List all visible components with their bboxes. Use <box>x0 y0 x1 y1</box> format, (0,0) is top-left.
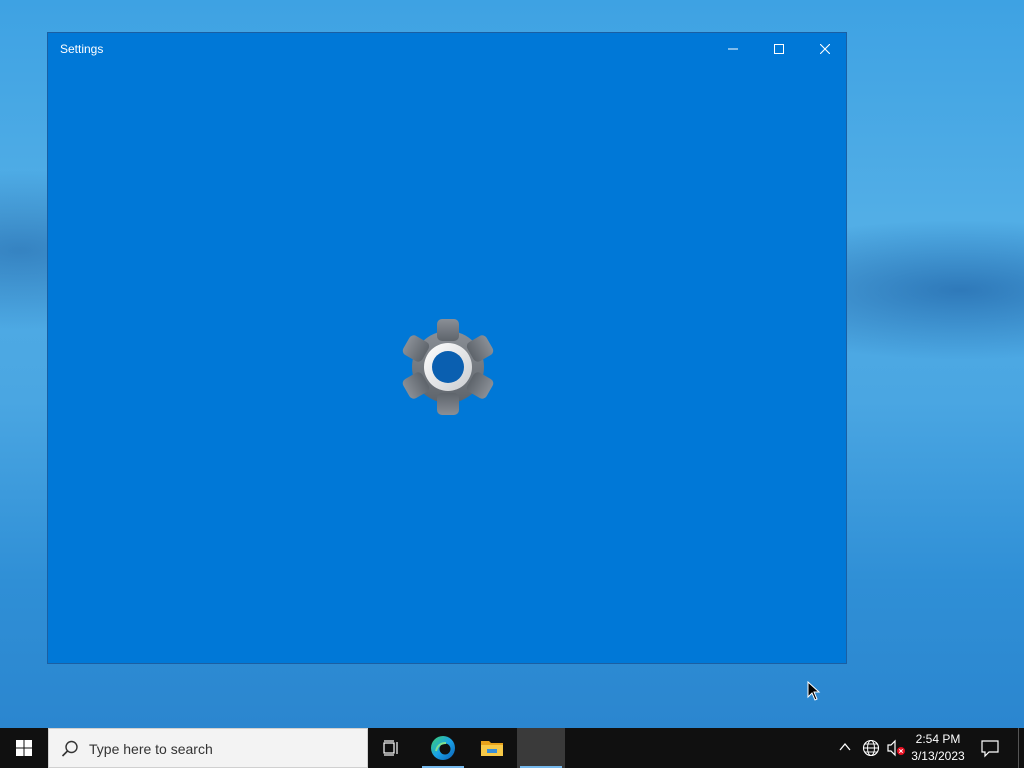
search-icon <box>61 740 78 757</box>
search-box[interactable]: Type here to search <box>48 728 368 768</box>
network-icon[interactable] <box>862 739 880 757</box>
window-title: Settings <box>60 42 104 56</box>
chevron-up-icon[interactable] <box>838 740 852 754</box>
clock-date: 3/13/2023 <box>911 749 965 763</box>
minimize-button[interactable] <box>710 33 756 65</box>
task-view-icon <box>383 740 398 756</box>
clock-time: 2:54 PM <box>915 732 961 746</box>
settings-window[interactable]: Settings <box>47 32 847 664</box>
settings-app-button[interactable] <box>517 728 565 768</box>
mouse-cursor-icon <box>807 680 821 706</box>
edge-button[interactable] <box>419 728 467 768</box>
show-desktop-button[interactable] <box>1018 728 1024 768</box>
maximize-button[interactable] <box>756 33 802 65</box>
task-view-button[interactable] <box>368 728 416 768</box>
volume-muted-icon[interactable] <box>886 739 906 757</box>
notification-icon[interactable] <box>980 738 1000 758</box>
file-explorer-button[interactable] <box>468 728 516 768</box>
clock[interactable]: 2:54 PM 3/13/2023 <box>906 731 970 765</box>
gear-icon <box>402 319 494 415</box>
taskbar: Type here to search 2:54 PM 3/13/2023 <box>0 728 1024 768</box>
close-button[interactable] <box>802 33 848 65</box>
minimize-icon <box>728 48 738 50</box>
title-bar[interactable]: Settings <box>48 33 846 65</box>
windows-logo-icon <box>16 740 32 756</box>
edge-icon <box>431 736 455 760</box>
close-icon <box>820 44 830 54</box>
start-button[interactable] <box>0 728 48 768</box>
maximize-icon <box>774 44 784 54</box>
folder-icon <box>481 741 503 756</box>
search-placeholder: Type here to search <box>89 741 213 757</box>
